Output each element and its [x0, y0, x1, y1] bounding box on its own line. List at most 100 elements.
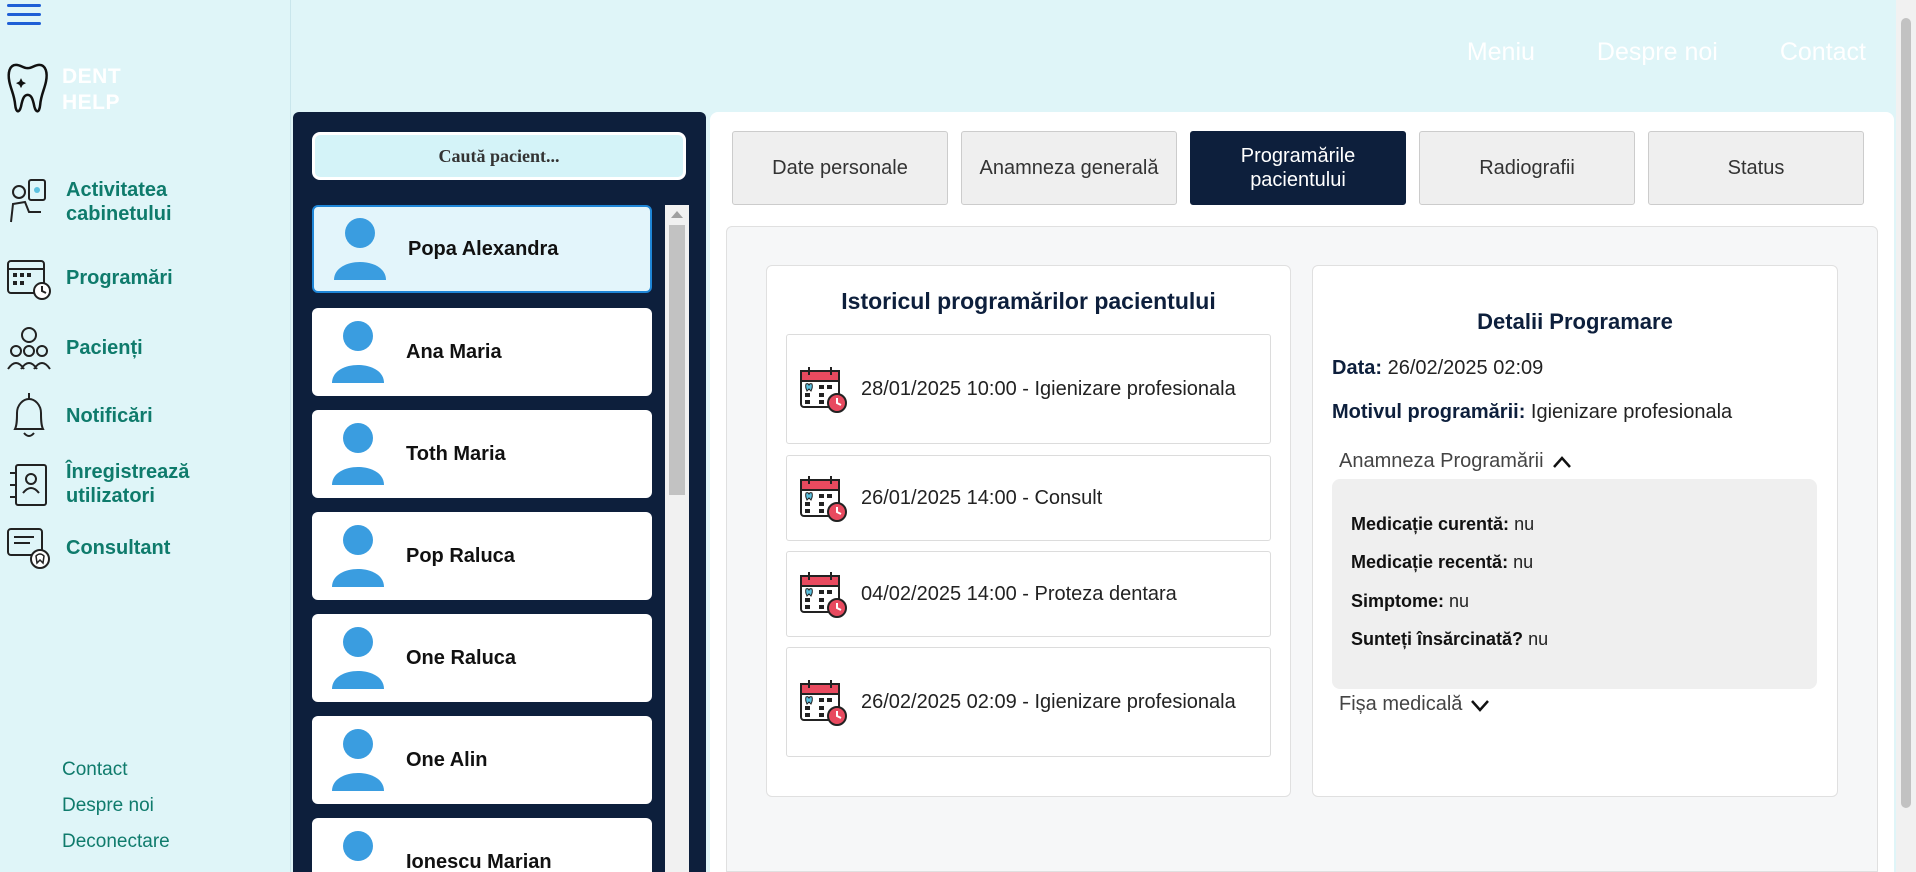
topnav-contact[interactable]: Contact [1780, 38, 1866, 67]
patients-icon [4, 322, 54, 374]
patient-list: Popa Alexandra Ana Maria Toth Maria Pop … [312, 205, 652, 872]
details-title: Detalii Programare [1477, 309, 1673, 334]
chevron-down-icon [1471, 699, 1490, 712]
bell-icon [4, 390, 54, 442]
details-reason: Motivul programării: Igienizare profesio… [1332, 401, 1732, 424]
user-avatar-icon [343, 831, 373, 861]
medical-file-toggle-label: Fișa medicală [1339, 693, 1463, 715]
patient-search-input[interactable]: Caută pacient... [312, 132, 686, 180]
tooth-logo-icon [7, 63, 48, 113]
anamnesis-row: Sunteți însărcinată? nu [1351, 629, 1548, 650]
patient-name: One Raluca [406, 646, 517, 669]
anamnesis-toggle[interactable]: Anamneza Programării [1339, 450, 1572, 473]
topnav-despre-noi[interactable]: Despre noi [1597, 38, 1718, 67]
anamnesis-label: Medicație recentă: [1351, 552, 1509, 572]
details-date-label: Data: [1332, 357, 1383, 379]
patient-name: Toth Maria [406, 442, 506, 465]
patient-card[interactable]: One Raluca [312, 614, 652, 702]
sidebar-item-pacienti[interactable]: Pacienți [0, 322, 290, 374]
patient-card[interactable]: One Alin [312, 716, 652, 804]
tab-label: Programările pacientului [1240, 145, 1356, 191]
dental-calendar-icon [800, 572, 847, 618]
appointment-item[interactable]: 04/02/2025 14:00 - Proteza dentara [786, 551, 1271, 637]
anamnesis-value: nu [1514, 514, 1535, 534]
patient-card[interactable]: Popa Alexandra [312, 205, 652, 293]
tab-status[interactable]: Status [1648, 131, 1864, 205]
sidebar-item-label: Consultant [66, 537, 171, 559]
main-panel: Date personale Anamneza generală Program… [710, 112, 1894, 872]
patient-panel: Caută pacient... Popa Alexandra Ana Mari… [293, 112, 706, 872]
anamnesis-label: Medicație curentă: [1351, 514, 1510, 534]
appointment-text: 26/01/2025 14:00 - Consult [861, 487, 1103, 509]
chevron-up-icon [1552, 455, 1571, 468]
medical-file-toggle[interactable]: Fișa medicală [1339, 693, 1490, 716]
tab-radiografii[interactable]: Radiografii [1419, 131, 1635, 205]
dental-calendar-icon [800, 680, 847, 726]
sidebar-item-notificari[interactable]: Notificări [0, 390, 290, 442]
footer-link-contact[interactable]: Contact [62, 752, 170, 788]
dental-calendar-icon [800, 367, 847, 413]
footer-link-despre-noi[interactable]: Despre noi [62, 788, 170, 824]
consultant-icon [4, 522, 54, 574]
tab-date-personale[interactable]: Date personale [732, 131, 948, 205]
appointment-history-card: Istoricul programărilor pacientului 28/0… [766, 265, 1291, 797]
appointment-text: 26/02/2025 02:09 - Igienizare profesiona… [861, 691, 1236, 713]
sidebar-item-label: Pacienți [66, 337, 143, 359]
sidebar-item-inregistreaza[interactable]: Înregistrează utilizatori [0, 454, 290, 514]
user-avatar-icon [332, 729, 384, 791]
patient-card[interactable]: Ionescu Marian [312, 818, 652, 872]
user-avatar-icon [332, 627, 384, 689]
anamnesis-panel: Medicație curentă: nu Medicație recentă:… [1332, 479, 1817, 689]
anamnesis-value: nu [1449, 591, 1470, 611]
user-avatar-icon [334, 218, 386, 280]
anamnesis-value: nu [1513, 552, 1534, 572]
anamnesis-label: Simptome: [1351, 591, 1445, 611]
appointment-text: 28/01/2025 10:00 - Igienizare profesiona… [861, 378, 1236, 400]
patient-list-scrollbar[interactable] [665, 205, 689, 872]
patient-card[interactable]: Toth Maria [312, 410, 652, 498]
sidebar-item-activitate[interactable]: Activitatea cabinetului [0, 176, 290, 228]
patient-name: Popa Alexandra [408, 237, 559, 260]
details-date-value: 26/02/2025 02:09 [1387, 357, 1544, 379]
sidebar-item-consultant[interactable]: Consultant [0, 522, 290, 574]
user-avatar-icon [332, 525, 384, 587]
sidebar-footer-links: Contact Despre noi Deconectare [62, 752, 170, 860]
topnav-meniu[interactable]: Meniu [1467, 38, 1535, 67]
anamnesis-row: Medicație recentă: nu [1351, 552, 1533, 573]
user-avatar-icon [332, 423, 384, 485]
appointment-item[interactable]: 26/01/2025 14:00 - Consult [786, 455, 1271, 541]
tab-programarile-pacientului[interactable]: Programările pacientului [1190, 131, 1406, 205]
patient-name: Ionescu Marian [406, 850, 552, 872]
user-avatar-icon [332, 321, 384, 383]
top-nav: Meniu Despre noi Contact [1467, 38, 1866, 67]
sidebar-item-label: Înregistrează utilizatori [66, 461, 190, 507]
footer-link-deconectare[interactable]: Deconectare [62, 824, 170, 860]
history-title: Istoricul programărilor pacientului [841, 288, 1216, 314]
tab-anamneza-generala[interactable]: Anamneza generală [961, 131, 1177, 205]
dentist-activity-icon [4, 176, 54, 228]
sidebar-item-label: Programări [66, 267, 173, 289]
scrollbar-thumb[interactable] [669, 225, 685, 495]
anamnesis-toggle-label: Anamneza Programării [1339, 450, 1544, 472]
anamnesis-row: Medicație curentă: nu [1351, 514, 1534, 535]
hamburger-menu-icon[interactable] [7, 4, 41, 30]
tab-content: Istoricul programărilor pacientului 28/0… [726, 226, 1878, 872]
scroll-up-arrow-icon[interactable] [671, 211, 683, 218]
logo-text: DENT HELP [62, 65, 122, 114]
appointment-text: 04/02/2025 14:00 - Proteza dentara [861, 583, 1177, 605]
patient-card[interactable]: Pop Raluca [312, 512, 652, 600]
page-scrollbar-thumb[interactable] [1901, 18, 1911, 808]
register-user-icon [4, 458, 54, 510]
appointment-item[interactable]: 26/02/2025 02:09 - Igienizare profesiona… [786, 647, 1271, 757]
details-date: Data: 26/02/2025 02:09 [1332, 357, 1543, 380]
sidebar-item-programari[interactable]: Programări [0, 252, 290, 304]
patient-card[interactable]: Ana Maria [312, 308, 652, 396]
tab-bar: Date personale Anamneza generală Program… [732, 131, 1864, 205]
calendar-clock-icon [4, 252, 54, 304]
sidebar: DENT HELP Activitatea cabinetului Program… [0, 0, 291, 872]
anamnesis-value: nu [1528, 629, 1549, 649]
anamnesis-label: Sunteți însărcinată? [1351, 629, 1524, 649]
appointment-item[interactable]: 28/01/2025 10:00 - Igienizare profesiona… [786, 334, 1271, 444]
details-reason-value: Igienizare profesionala [1530, 401, 1733, 423]
page-scrollbar[interactable] [1896, 0, 1916, 872]
